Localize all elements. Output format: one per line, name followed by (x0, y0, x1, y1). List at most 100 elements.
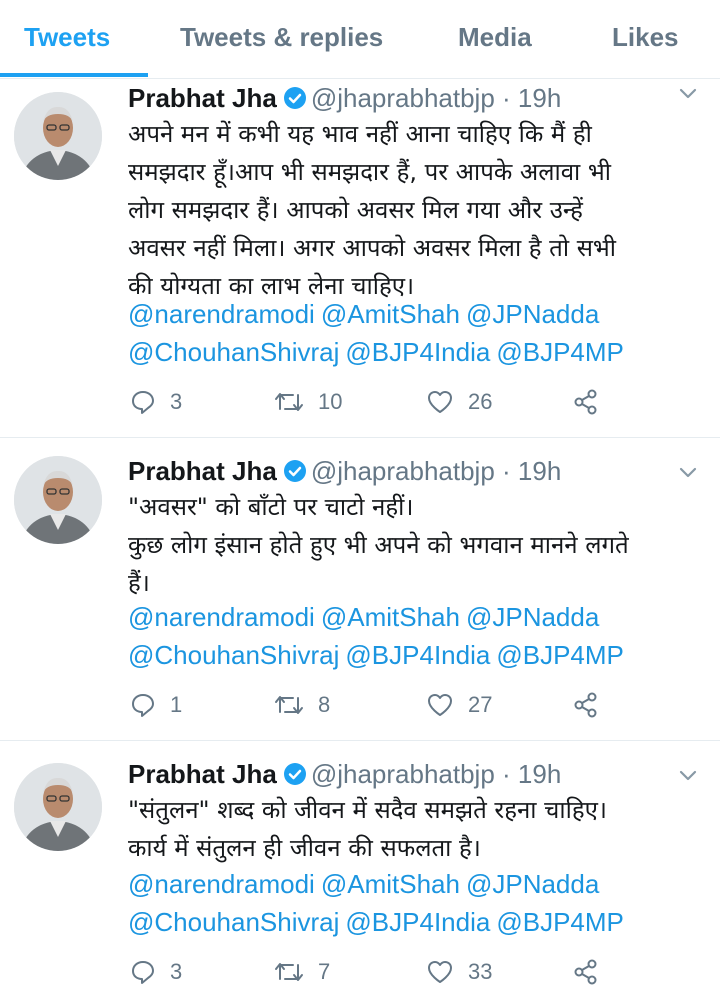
tweet[interactable]: Prabhat Jha @jhaprabhatbjp · 19h अपने मन … (0, 79, 720, 438)
share-button[interactable] (572, 957, 614, 987)
author-name[interactable]: Prabhat Jha (128, 456, 277, 486)
tweet-time[interactable]: 19h (518, 759, 561, 789)
mention-link[interactable]: @JPNadda (466, 299, 599, 329)
retweet-icon (275, 696, 303, 714)
chevron-down-icon[interactable] (678, 462, 698, 482)
reply-button[interactable]: 1 (130, 690, 182, 720)
tweet-time[interactable]: 19h (518, 83, 561, 113)
reply-icon (132, 961, 154, 984)
tweet-text-line: लोग समझदार हैं। आपको अवसर मिल गया और उन्… (128, 196, 583, 224)
tweet-mentions: @narendramodi @AmitShah @JPNadda @ChouhanS… (128, 295, 708, 371)
mention-link[interactable]: @BJP4India (345, 337, 490, 367)
tweet-mentions: @narendramodi @AmitShah @JPNadda @ChouhanS… (128, 598, 708, 674)
tweet-mentions: @narendramodi @AmitShah @JPNadda @ChouhanS… (128, 865, 708, 941)
tweet-text-line: "अवसर" को बाँटो पर चाटो नहीं। (128, 493, 414, 521)
mention-link[interactable]: @AmitShah (321, 602, 460, 632)
retweet-button[interactable]: 10 (274, 387, 342, 417)
heart-icon (428, 391, 452, 413)
tweet-header: Prabhat Jha @jhaprabhatbjp · 19h (128, 456, 561, 490)
tweet-text-line: कार्य में संतुलन ही जीवन की सफलता है। (128, 834, 481, 862)
mention-link[interactable]: @AmitShah (321, 869, 460, 899)
mention-link[interactable]: @ChouhanShivraj (128, 907, 339, 937)
chevron-down-icon[interactable] (678, 765, 698, 785)
like-button[interactable]: 33 (426, 957, 492, 987)
retweet-count: 8 (318, 692, 331, 717)
author-name[interactable]: Prabhat Jha (128, 759, 277, 789)
active-tab-indicator (0, 73, 148, 77)
tab-tweets[interactable]: Tweets (24, 22, 110, 53)
mention-link[interactable]: @narendramodi (128, 602, 315, 632)
separator-dot: · (494, 83, 518, 113)
author-handle[interactable]: @jhaprabhatbjp (311, 456, 495, 486)
share-icon (574, 389, 597, 415)
avatar[interactable] (14, 763, 102, 851)
share-button[interactable] (572, 387, 614, 417)
reply-button[interactable]: 3 (130, 387, 182, 417)
tweet-actions: 3 7 33 (128, 957, 688, 987)
like-button[interactable]: 26 (426, 387, 492, 417)
like-button[interactable]: 27 (426, 690, 492, 720)
tab-media[interactable]: Media (458, 22, 532, 53)
reply-icon (132, 391, 154, 414)
retweet-count: 7 (318, 959, 331, 984)
retweet-icon (275, 963, 303, 981)
reply-count: 3 (170, 389, 183, 414)
mention-link[interactable]: @ChouhanShivraj (128, 337, 339, 367)
tweet-actions: 1 8 27 (128, 690, 688, 720)
tweet-text: "अवसर" को बाँटो पर चाटो नहीं। कुछ लोग इं… (128, 488, 698, 602)
separator-dot: · (494, 456, 518, 486)
share-icon (574, 959, 597, 985)
tweet-text: "संतुलन" शब्द को जीवन में सदैव समझते रहन… (128, 791, 698, 867)
heart-icon (428, 694, 452, 716)
tweet-text-line: अवसर नहीं मिला। अगर आपको अवसर मिला है तो… (128, 234, 617, 262)
mention-link[interactable]: @narendramodi (128, 869, 315, 899)
tweet-text-line: अपने मन में कभी यह भाव नहीं आना चाहिए कि… (128, 120, 592, 148)
tweet-text-line: समझदार हूँ।आप भी समझदार हैं, पर आपके अला… (128, 158, 611, 186)
tweet[interactable]: Prabhat Jha @jhaprabhatbjp · 19h "अवसर" क… (0, 438, 720, 741)
avatar[interactable] (14, 456, 102, 544)
tweet-actions: 3 10 26 (128, 387, 688, 417)
reply-button[interactable]: 3 (130, 957, 182, 987)
like-count: 27 (468, 692, 493, 717)
like-count: 33 (468, 959, 493, 984)
chevron-down-icon[interactable] (678, 83, 698, 103)
tab-likes[interactable]: Likes (612, 22, 679, 53)
mention-link[interactable]: @JPNadda (466, 602, 599, 632)
author-name[interactable]: Prabhat Jha (128, 83, 277, 113)
share-icon (574, 692, 597, 718)
reply-icon (132, 694, 154, 717)
mention-link[interactable]: @BJP4India (345, 907, 490, 937)
tab-tweets-replies[interactable]: Tweets & replies (180, 22, 383, 53)
verified-badge-icon (283, 87, 306, 109)
mention-link[interactable]: @JPNadda (466, 869, 599, 899)
verified-badge-icon (283, 460, 306, 482)
reply-count: 3 (170, 959, 183, 984)
retweet-count: 10 (318, 389, 343, 414)
mention-link[interactable]: @BJP4MP (496, 907, 624, 937)
mention-link[interactable]: @BJP4MP (496, 337, 624, 367)
mention-link[interactable]: @narendramodi (128, 299, 315, 329)
retweet-button[interactable]: 8 (274, 690, 330, 720)
mention-link[interactable]: @AmitShah (321, 299, 460, 329)
tweet-text: अपने मन में कभी यह भाव नहीं आना चाहिए कि… (128, 115, 698, 305)
tweet-text-line: हैं। (128, 569, 150, 597)
share-button[interactable] (572, 690, 614, 720)
tweet-header: Prabhat Jha @jhaprabhatbjp · 19h (128, 759, 561, 793)
heart-icon (428, 961, 452, 983)
tweet-text-line: "संतुलन" शब्द को जीवन में सदैव समझते रहन… (128, 796, 607, 824)
mention-link[interactable]: @BJP4MP (496, 640, 624, 670)
retweet-button[interactable]: 7 (274, 957, 330, 987)
verified-badge-icon (283, 763, 306, 785)
tweet-time[interactable]: 19h (518, 456, 561, 486)
author-handle[interactable]: @jhaprabhatbjp (311, 83, 495, 113)
mention-link[interactable]: @BJP4India (345, 640, 490, 670)
like-count: 26 (468, 389, 493, 414)
mention-link[interactable]: @ChouhanShivraj (128, 640, 339, 670)
profile-tabs: Tweets Tweets & replies Media Likes (0, 0, 720, 79)
reply-count: 1 (170, 692, 183, 717)
retweet-icon (275, 393, 303, 411)
avatar[interactable] (14, 92, 102, 180)
tweet[interactable]: Prabhat Jha @jhaprabhatbjp · 19h "संतुलन"… (0, 741, 720, 985)
separator-dot: · (494, 759, 518, 789)
author-handle[interactable]: @jhaprabhatbjp (311, 759, 495, 789)
